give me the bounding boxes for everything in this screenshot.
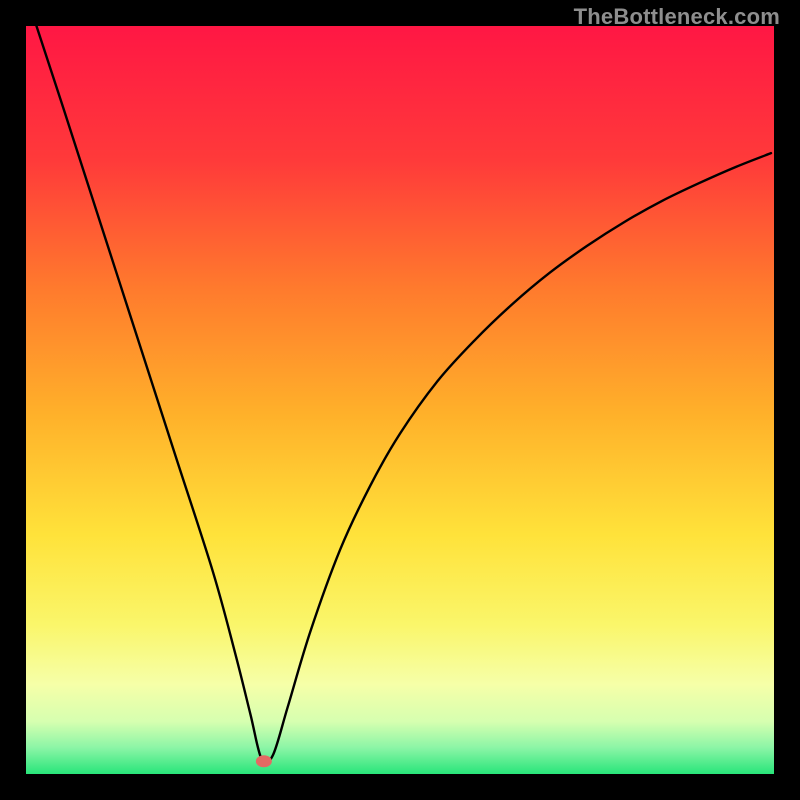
chart-frame: TheBottleneck.com <box>0 0 800 800</box>
optimum-marker <box>256 755 272 767</box>
bottleneck-chart <box>0 0 800 800</box>
plot-background <box>26 26 774 774</box>
watermark-text: TheBottleneck.com <box>574 4 780 30</box>
